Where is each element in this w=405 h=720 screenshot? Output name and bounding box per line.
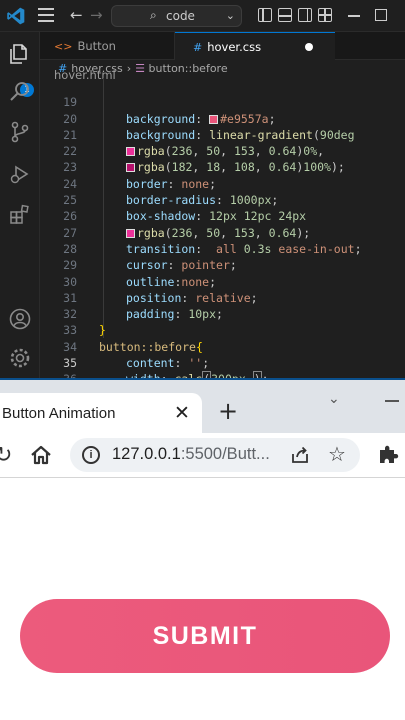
extensions-puzzle-icon[interactable] <box>377 443 399 465</box>
code-editor[interactable]: 19 background: #e9557a; 20 background: l… <box>40 78 405 380</box>
vscode-logo-icon <box>7 7 25 25</box>
code-line: 27 transition: all 0.3s ease-in-out; <box>40 208 405 256</box>
code-line: 21 rgba(236, 50, 153, 0.64)0%, <box>40 111 405 158</box>
symbol-icon: ☰ <box>135 62 145 75</box>
chevron-down-icon: ⌄ <box>225 9 235 22</box>
tab-label: hover.css <box>207 40 262 54</box>
minimize-icon[interactable] <box>348 15 360 17</box>
code-line: 35 width: calc(300px ); <box>40 339 405 380</box>
code-line: 28 cursor: pointer; <box>40 225 405 272</box>
search-text: code <box>166 9 195 23</box>
activity-bar: 1 <box>0 32 40 380</box>
browser-tab[interactable]: Button Animation ✕ <box>0 393 202 433</box>
reload-icon[interactable]: ↻ <box>0 443 12 468</box>
code-line: 22 rgba(182, 18, 108, 0.64)100%); <box>40 127 405 174</box>
home-icon[interactable] <box>30 445 52 465</box>
menu-icon[interactable] <box>38 8 54 22</box>
address-bar[interactable]: i 127.0.0.1:5500/Butt... ☆ <box>70 438 360 472</box>
tab-button-hover-html[interactable]: <> Button hover.html <box>40 32 175 82</box>
code-line: 32 } <box>40 290 405 337</box>
extensions-icon[interactable] <box>8 202 32 226</box>
url-text: 127.0.0.1:5500/Butt... <box>112 445 270 464</box>
bookmark-star-icon[interactable]: ☆ <box>328 442 346 466</box>
new-tab-icon[interactable]: + <box>218 399 238 423</box>
unsaved-dot-icon[interactable] <box>305 43 313 51</box>
browser-window: Button Animation ✕ + ⌄ ↻ i 127.0.0.1:550… <box>0 380 405 720</box>
submit-button[interactable]: SUBMIT <box>20 599 390 673</box>
code-line: 36 } <box>40 355 405 380</box>
code-line: 31 padding: 10px; <box>40 274 405 321</box>
customize-layout-icon[interactable] <box>318 8 332 22</box>
tab-hover-css[interactable]: # hover.css <box>175 32 335 60</box>
code-line: 23 border: none; <box>40 143 405 190</box>
css-file-icon: # <box>58 62 68 75</box>
css-file-icon: # <box>193 41 203 54</box>
source-control-icon[interactable] <box>8 120 32 144</box>
url-host: 127.0.0.1 <box>112 445 181 463</box>
code-line: 33 button::before{ <box>40 306 405 353</box>
breadcrumb-file[interactable]: hover.css <box>71 62 123 75</box>
browser-tab-strip: Button Animation ✕ + ⌄ <box>0 380 405 433</box>
minimize-icon[interactable] <box>385 400 399 402</box>
explorer-icon[interactable] <box>8 42 32 66</box>
code-line: 30 position: relative; <box>40 257 405 305</box>
tab-search-chevron-icon[interactable]: ⌄ <box>328 391 340 407</box>
settings-gear-icon[interactable] <box>8 346 32 370</box>
toggle-secondary-sidebar-icon[interactable] <box>298 8 312 22</box>
forward-arrow-icon[interactable]: → <box>90 6 103 24</box>
search-icon: ⌕ <box>150 8 157 22</box>
url-path: :5500/Butt... <box>180 445 270 463</box>
search-icon[interactable] <box>8 80 32 104</box>
title-bar: ← → ⌕ code ⌄ <box>0 0 405 32</box>
code-line: 20 background: linear-gradient(90deg <box>40 94 405 142</box>
run-debug-icon[interactable] <box>8 162 32 186</box>
page-viewport: SUBMIT <box>0 478 405 720</box>
share-icon[interactable] <box>290 445 310 465</box>
browser-tab-title: Button Animation <box>2 405 116 422</box>
code-line: 19 background: #e9557a; <box>40 78 405 125</box>
toggle-panel-icon[interactable] <box>278 8 292 22</box>
code-line: 29 outline:none; <box>40 241 405 288</box>
code-line: 34 content: ''; <box>40 323 405 370</box>
browser-toolbar: ↻ i 127.0.0.1:5500/Butt... ☆ <box>0 433 405 478</box>
code-line: 26 rgba(236, 50, 153, 0.64); <box>40 192 405 239</box>
account-icon[interactable] <box>8 307 32 331</box>
close-tab-icon[interactable]: ✕ <box>174 402 190 424</box>
back-arrow-icon[interactable]: ← <box>70 6 83 24</box>
site-info-icon[interactable]: i <box>82 446 100 464</box>
vscode-window: ← → ⌕ code ⌄ 1 <> Button hover.html # ho… <box>0 0 405 380</box>
command-center-search[interactable]: ⌕ code ⌄ <box>111 5 242 27</box>
breadcrumb-symbol[interactable]: button::before <box>149 62 228 75</box>
toggle-primary-sidebar-icon[interactable] <box>258 8 272 22</box>
code-line: 24 border-radius: 1000px; <box>40 160 405 207</box>
maximize-icon[interactable] <box>375 9 387 21</box>
html-file-icon: <> <box>54 40 73 53</box>
code-line: 25 box-shadow: 12px 12pc 24px <box>40 176 405 223</box>
editor-tabs: <> Button hover.html # hover.css <box>40 32 405 82</box>
breadcrumb-separator-icon: › <box>126 62 132 75</box>
breadcrumb: # hover.css › ☰ button::before <box>40 60 405 78</box>
